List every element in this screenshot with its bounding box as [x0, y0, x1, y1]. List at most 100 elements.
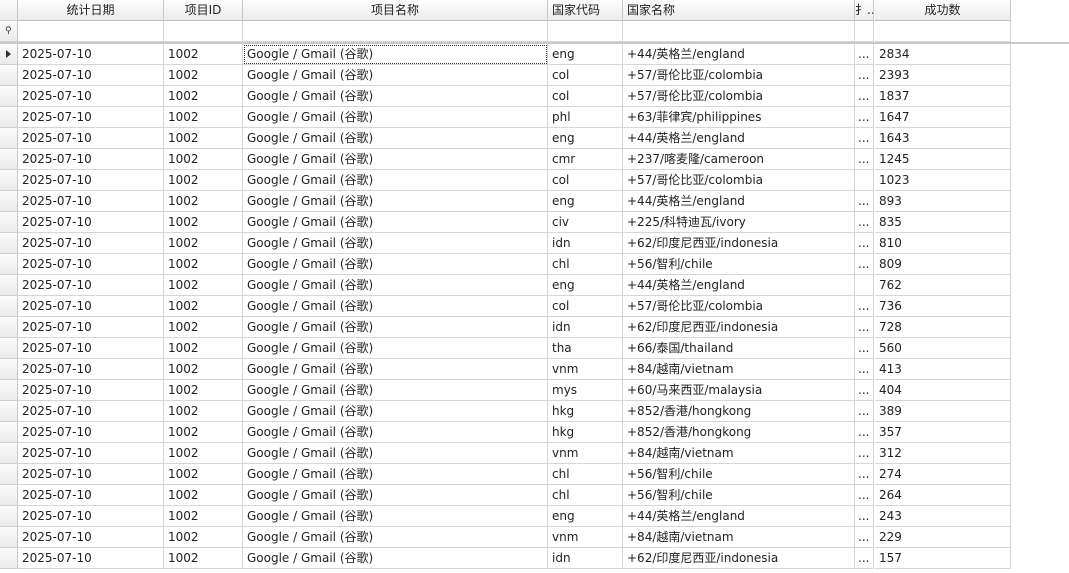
cell-project-name[interactable]: Google / Gmail (谷歌): [243, 443, 548, 464]
cell-success-count[interactable]: 736: [875, 296, 1011, 317]
cell-country-code[interactable]: col: [548, 86, 623, 107]
cell-country-code[interactable]: col: [548, 65, 623, 86]
row-indicator[interactable]: [0, 128, 18, 149]
cell-country-code[interactable]: idn: [548, 317, 623, 338]
cell-country-name[interactable]: +56/智利/chile: [623, 254, 855, 275]
cell-project-name[interactable]: Google / Gmail (谷歌): [243, 233, 548, 254]
cell-country-name[interactable]: +44/英格兰/england: [623, 191, 855, 212]
cell-country-name[interactable]: +66/泰国/thailand: [623, 338, 855, 359]
cell-project-id[interactable]: 1002: [164, 464, 243, 485]
cell-truncated[interactable]: ...: [855, 527, 874, 548]
cell-success-count[interactable]: 835: [875, 212, 1011, 233]
table-row[interactable]: 2025-07-10 1002 Google / Gmail (谷歌) chl +56/…: [0, 485, 1069, 506]
cell-project-id[interactable]: 1002: [164, 506, 243, 527]
row-indicator[interactable]: [0, 317, 18, 338]
row-indicator[interactable]: [0, 464, 18, 485]
cell-project-name[interactable]: Google / Gmail (谷歌): [243, 464, 548, 485]
filter-cell-country-code[interactable]: [548, 21, 623, 42]
data-grid[interactable]: 统计日期 项目ID 项目名称 国家代码 国家名称 扌.. 成功数 ⚲ 2025-…: [0, 0, 1069, 573]
cell-success-count[interactable]: 312: [875, 443, 1011, 464]
table-row[interactable]: 2025-07-10 1002 Google / Gmail (谷歌) idn +62/…: [0, 548, 1069, 569]
cell-success-count[interactable]: 810: [875, 233, 1011, 254]
cell-success-count[interactable]: 560: [875, 338, 1011, 359]
cell-country-name[interactable]: +56/智利/chile: [623, 464, 855, 485]
cell-date[interactable]: 2025-07-10: [18, 149, 164, 170]
cell-success-count[interactable]: 264: [875, 485, 1011, 506]
table-row[interactable]: 2025-07-10 1002 Google / Gmail (谷歌) eng +44/…: [0, 44, 1069, 65]
cell-truncated[interactable]: [855, 275, 874, 296]
cell-truncated[interactable]: ...: [855, 65, 874, 86]
table-row[interactable]: 2025-07-10 1002 Google / Gmail (谷歌) civ +225…: [0, 212, 1069, 233]
cell-date[interactable]: 2025-07-10: [18, 464, 164, 485]
cell-country-name[interactable]: +44/英格兰/england: [623, 506, 855, 527]
cell-truncated[interactable]: [855, 170, 874, 191]
table-row[interactable]: 2025-07-10 1002 Google / Gmail (谷歌) mys +60/…: [0, 380, 1069, 401]
cell-success-count[interactable]: 762: [875, 275, 1011, 296]
cell-country-code[interactable]: idn: [548, 233, 623, 254]
filter-cell-project-id[interactable]: [164, 21, 243, 42]
cell-project-name[interactable]: Google / Gmail (谷歌): [243, 380, 548, 401]
cell-success-count[interactable]: 274: [875, 464, 1011, 485]
cell-success-count[interactable]: 2834: [875, 44, 1011, 65]
cell-success-count[interactable]: 728: [875, 317, 1011, 338]
cell-truncated[interactable]: ...: [855, 464, 874, 485]
cell-project-id[interactable]: 1002: [164, 65, 243, 86]
cell-date[interactable]: 2025-07-10: [18, 485, 164, 506]
cell-project-id[interactable]: 1002: [164, 191, 243, 212]
cell-project-id[interactable]: 1002: [164, 107, 243, 128]
cell-truncated[interactable]: ...: [855, 380, 874, 401]
cell-project-name[interactable]: Google / Gmail (谷歌): [243, 548, 548, 569]
cell-project-id[interactable]: 1002: [164, 422, 243, 443]
table-row[interactable]: 2025-07-10 1002 Google / Gmail (谷歌) col +57/…: [0, 65, 1069, 86]
cell-project-id[interactable]: 1002: [164, 149, 243, 170]
cell-date[interactable]: 2025-07-10: [18, 212, 164, 233]
cell-truncated[interactable]: ...: [855, 107, 874, 128]
cell-country-name[interactable]: +62/印度尼西亚/indonesia: [623, 548, 855, 569]
column-header-country-name[interactable]: 国家名称: [623, 0, 855, 21]
cell-success-count[interactable]: 1837: [875, 86, 1011, 107]
cell-project-id[interactable]: 1002: [164, 170, 243, 191]
cell-success-count[interactable]: 243: [875, 506, 1011, 527]
table-row[interactable]: 2025-07-10 1002 Google / Gmail (谷歌) vnm +84/…: [0, 443, 1069, 464]
cell-project-id[interactable]: 1002: [164, 443, 243, 464]
cell-project-name[interactable]: Google / Gmail (谷歌): [243, 338, 548, 359]
cell-country-name[interactable]: +237/喀麦隆/cameroon: [623, 149, 855, 170]
cell-country-name[interactable]: +56/智利/chile: [623, 485, 855, 506]
cell-truncated[interactable]: ...: [855, 149, 874, 170]
cell-date[interactable]: 2025-07-10: [18, 170, 164, 191]
header-corner[interactable]: [0, 0, 18, 21]
table-row[interactable]: 2025-07-10 1002 Google / Gmail (谷歌) eng +44/…: [0, 506, 1069, 527]
cell-country-name[interactable]: +225/科特迪瓦/ivory: [623, 212, 855, 233]
cell-country-code[interactable]: idn: [548, 548, 623, 569]
cell-country-name[interactable]: +84/越南/vietnam: [623, 359, 855, 380]
column-header-date[interactable]: 统计日期: [18, 0, 164, 21]
cell-project-id[interactable]: 1002: [164, 128, 243, 149]
table-row[interactable]: 2025-07-10 1002 Google / Gmail (谷歌) col +57/…: [0, 170, 1069, 191]
cell-project-name[interactable]: Google / Gmail (谷歌): [243, 527, 548, 548]
cell-truncated[interactable]: ...: [855, 548, 874, 569]
cell-project-id[interactable]: 1002: [164, 548, 243, 569]
row-indicator[interactable]: [0, 422, 18, 443]
cell-country-name[interactable]: +62/印度尼西亚/indonesia: [623, 233, 855, 254]
cell-date[interactable]: 2025-07-10: [18, 233, 164, 254]
column-header-country-code[interactable]: 国家代码: [548, 0, 623, 21]
table-row[interactable]: 2025-07-10 1002 Google / Gmail (谷歌) chl +56/…: [0, 464, 1069, 485]
cell-truncated[interactable]: ...: [855, 128, 874, 149]
cell-truncated[interactable]: ...: [855, 191, 874, 212]
cell-country-name[interactable]: +63/菲律宾/philippines: [623, 107, 855, 128]
cell-date[interactable]: 2025-07-10: [18, 65, 164, 86]
cell-country-name[interactable]: +57/哥伦比亚/colombia: [623, 170, 855, 191]
cell-country-code[interactable]: tha: [548, 338, 623, 359]
cell-project-name[interactable]: Google / Gmail (谷歌): [243, 44, 548, 65]
row-indicator[interactable]: [0, 65, 18, 86]
cell-success-count[interactable]: 2393: [875, 65, 1011, 86]
cell-project-id[interactable]: 1002: [164, 338, 243, 359]
cell-project-name[interactable]: Google / Gmail (谷歌): [243, 128, 548, 149]
cell-project-name[interactable]: Google / Gmail (谷歌): [243, 275, 548, 296]
cell-country-name[interactable]: +84/越南/vietnam: [623, 443, 855, 464]
cell-success-count[interactable]: 404: [875, 380, 1011, 401]
cell-country-name[interactable]: +852/香港/hongkong: [623, 422, 855, 443]
filter-cell-date[interactable]: [18, 21, 164, 42]
cell-project-id[interactable]: 1002: [164, 296, 243, 317]
cell-country-name[interactable]: +44/英格兰/england: [623, 275, 855, 296]
